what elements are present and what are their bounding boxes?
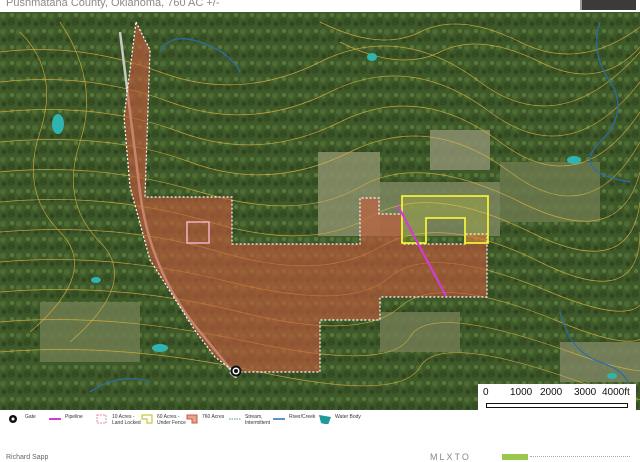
legend-label: 760 Acres: [202, 414, 225, 420]
legend-label: River/Creek: [289, 414, 316, 420]
scale-line: [486, 403, 628, 408]
legend-item-land-locked: 10 Acres - Land Locked: [95, 414, 141, 426]
legend-item-gate: Gate: [8, 414, 36, 424]
scale-label-4000ft: 4000ft: [602, 387, 630, 398]
legend-label: Pipeline: [65, 414, 83, 420]
legend-item-760-acres: 760 Acres: [185, 414, 224, 424]
scale-label-0: 0: [483, 387, 489, 398]
footer-divider: [530, 456, 630, 459]
gate-icon: [9, 415, 17, 423]
scale-label-2000: 2000: [540, 387, 563, 398]
legend-item-stream: Stream, Intermittent: [228, 414, 270, 426]
footer-badge: [502, 454, 528, 460]
scale-bar: 0 1000 2000 3000 4000ft: [478, 384, 636, 410]
map-area[interactable]: 0 1000 2000 3000 4000ft: [0, 12, 640, 410]
map-canvas[interactable]: [0, 12, 640, 410]
scale-label-1000: 1000: [510, 387, 533, 398]
legend: Gate Pipeline 10 Acres - Land Locked 60 …: [0, 410, 640, 432]
water-body-icon: [319, 415, 331, 424]
legend-item-under-fence: 60 Acres - Under Fence: [140, 414, 186, 426]
page-title: Pushmataha County, Oklahoma, 760 AC +/-: [6, 0, 220, 9]
legend-item-water-body: Water Body: [318, 414, 361, 424]
logo: [580, 0, 636, 10]
legend-label: 10 Acres - Land Locked: [112, 414, 141, 426]
legend-label: 60 Acres - Under Fence: [157, 414, 186, 426]
legend-label: Water Body: [335, 414, 361, 420]
title-bar: Pushmataha County, Oklahoma, 760 AC +/-: [0, 0, 640, 12]
dashed-pink-square-icon: [96, 414, 107, 424]
yellow-outline-icon: [141, 414, 153, 424]
legend-item-river-creek: River/Creek: [272, 414, 315, 424]
legend-item-pipeline: Pipeline: [48, 414, 83, 424]
legend-label: Stream, Intermittent: [245, 414, 271, 426]
footer: Richard Sapp MLXTO: [0, 432, 640, 462]
gate-icon[interactable]: [230, 365, 242, 377]
dotted-line-icon: [229, 418, 241, 420]
blue-line-icon: [273, 418, 285, 420]
footer-brand-logo: MLXTO: [430, 452, 471, 462]
pipeline-line-icon: [49, 418, 61, 420]
scale-label-3000: 3000: [574, 387, 597, 398]
legend-label: Gate: [25, 414, 36, 420]
red-polygon-icon: [186, 414, 198, 424]
